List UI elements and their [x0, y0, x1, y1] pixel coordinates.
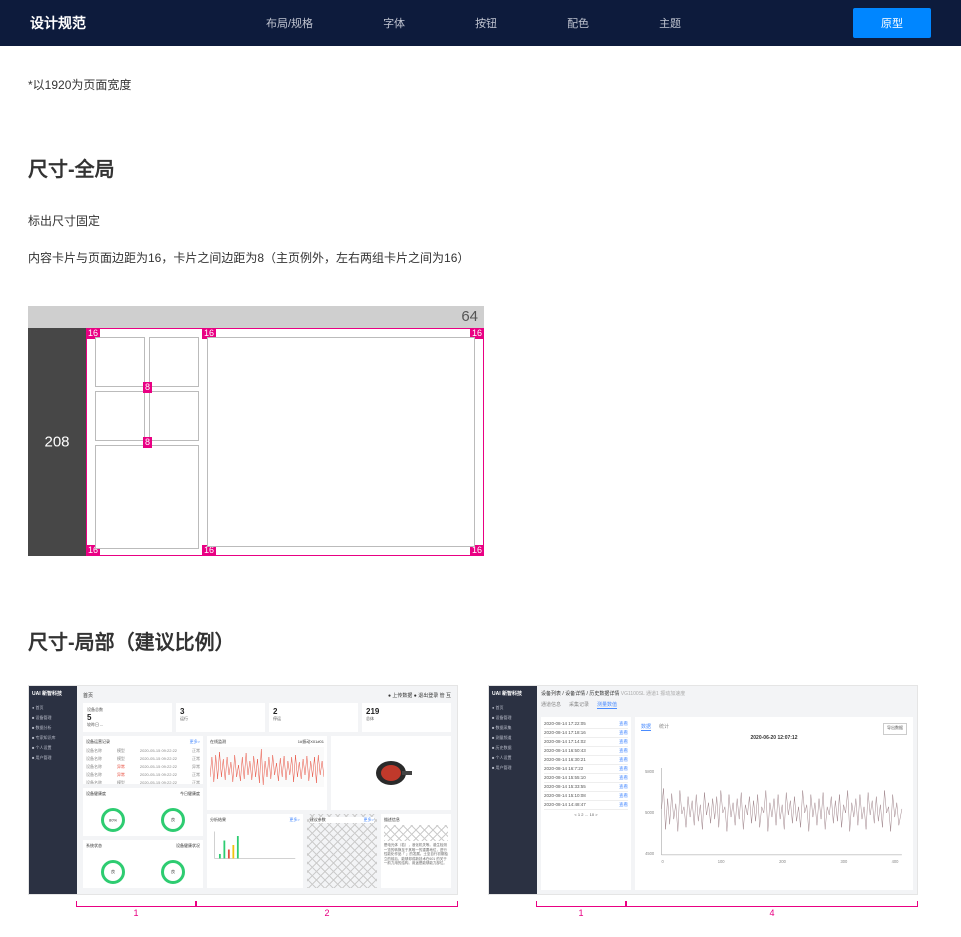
nav-item-font[interactable]: 字体	[383, 15, 405, 31]
svg-text:300: 300	[841, 859, 849, 864]
svg-text:5800: 5800	[645, 769, 655, 774]
width-note: *以1920为页面宽度	[28, 76, 933, 93]
mock-history: UAI 新智科技 ● 首页 ■ 设备管理 ■ 数据采集 ■ 测量频道 ■ 历史数…	[488, 685, 918, 907]
svg-text:100: 100	[718, 859, 726, 864]
svg-text:4500: 4500	[645, 851, 655, 856]
topbar-height-label: 64	[461, 308, 478, 325]
svg-text:0: 0	[661, 859, 664, 864]
nav-item-theme[interactable]: 主题	[659, 15, 681, 31]
navbar: 设计规范 布局/规格 字体 按钮 配色 主题 原型	[0, 0, 961, 46]
site-title: 设计规范	[30, 13, 86, 33]
gap-8b: 8	[143, 437, 152, 448]
section-global-p1: 标出尺寸固定	[28, 212, 933, 229]
svg-text:5000: 5000	[645, 810, 655, 815]
svg-text:200: 200	[779, 859, 787, 864]
mock1-page-title: 首页	[83, 692, 93, 699]
section-global-title: 尺寸-全局	[28, 153, 933, 182]
nav-item-layout[interactable]: 布局/规格	[266, 15, 313, 31]
nav-item-button[interactable]: 按钮	[475, 15, 497, 31]
svg-text:400: 400	[892, 859, 900, 864]
prototype-button[interactable]: 原型	[853, 8, 931, 38]
product-image-icon	[366, 753, 416, 793]
section-local-title: 尺寸-局部（建议比例）	[28, 626, 933, 655]
nav-menu: 布局/规格 字体 按钮 配色 主题	[266, 15, 681, 31]
sidebar-width-label: 208	[44, 434, 69, 451]
gap-8a: 8	[143, 382, 152, 393]
layout-diagram: 64 208 16 16 16 16 16 16 8 8	[28, 306, 484, 556]
section-global-p2: 内容卡片与页面边距为16，卡片之间边距为8（主页例外，左右两组卡片之间为16）	[28, 249, 933, 266]
mock-dashboard: UAI 新智科技 ● 首页 ■ 设备管理 ■ 数据分析 ■ 专家知识库 ■ 个人…	[28, 685, 458, 907]
export-button[interactable]: 导出数据	[883, 723, 907, 735]
mock1-sidebar: UAI 新智科技 ● 首页 ■ 设备管理 ■ 数据分析 ■ 专家知识库 ■ 个人…	[29, 686, 77, 894]
waveform-chart: 5800 5000 4500 0 100 200 300 400	[641, 744, 907, 884]
page-content: *以1920为页面宽度 尺寸-全局 标出尺寸固定 内容卡片与页面边距为16，卡片…	[0, 46, 961, 937]
nav-item-color[interactable]: 配色	[567, 15, 589, 31]
mock1-logo: UAI 新智科技	[32, 690, 74, 697]
